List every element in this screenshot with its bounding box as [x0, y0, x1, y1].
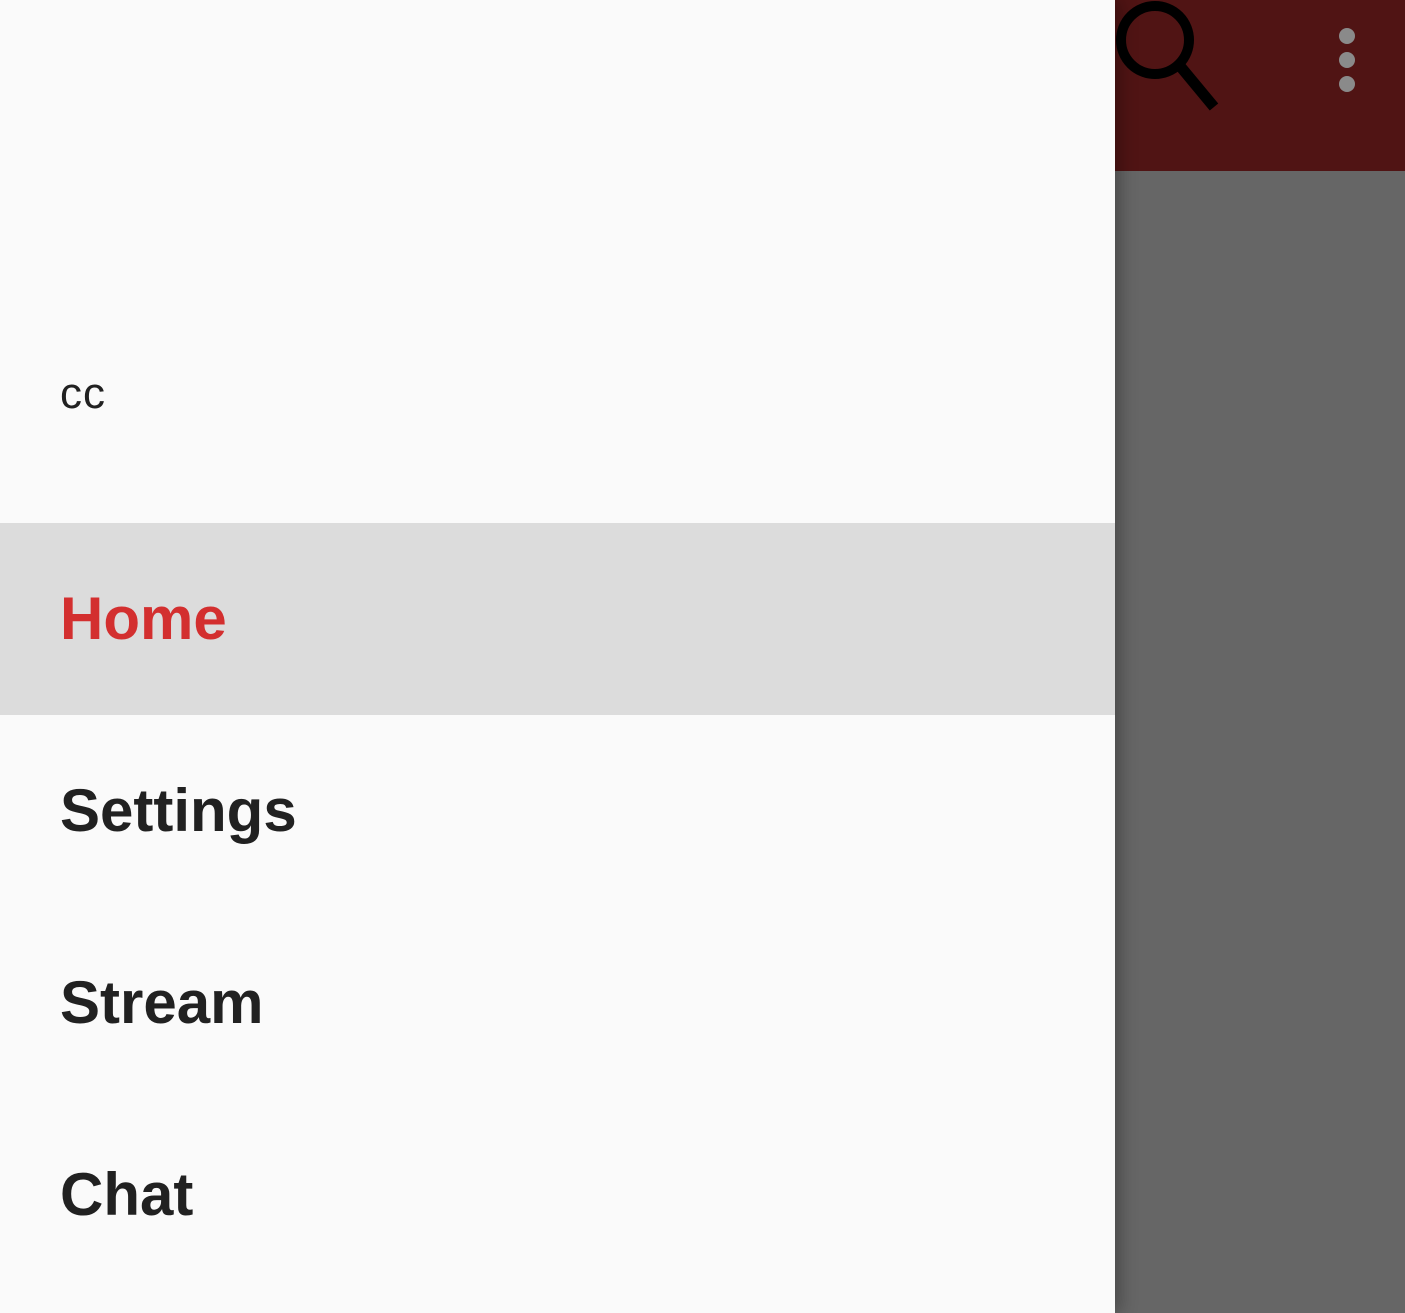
nav-item-home[interactable]: Home	[0, 523, 1115, 715]
nav-item-stream[interactable]: Stream	[0, 907, 1115, 1099]
nav-item-label: Home	[60, 585, 227, 652]
header-username: cc	[60, 369, 106, 418]
nav-item-label: Settings	[60, 777, 297, 844]
drawer-header: cc	[0, 0, 1115, 523]
more-vert-icon-dot	[1339, 76, 1355, 92]
more-vert-icon	[1339, 28, 1355, 44]
navigation-drawer: cc Home Settings Stream Chat	[0, 0, 1115, 1313]
search-icon	[1116, 1, 1219, 111]
screen: cc Home Settings Stream Chat	[0, 0, 1405, 1313]
nav-item-chat[interactable]: Chat	[0, 1099, 1115, 1291]
more-vert-icon-dot	[1339, 52, 1355, 68]
nav-item-label: Chat	[60, 1161, 194, 1228]
nav-item-label: Stream	[60, 969, 264, 1036]
nav-item-settings[interactable]: Settings	[0, 715, 1115, 907]
more-options-button[interactable]	[1315, 18, 1379, 102]
search-button[interactable]	[1105, 0, 1225, 120]
